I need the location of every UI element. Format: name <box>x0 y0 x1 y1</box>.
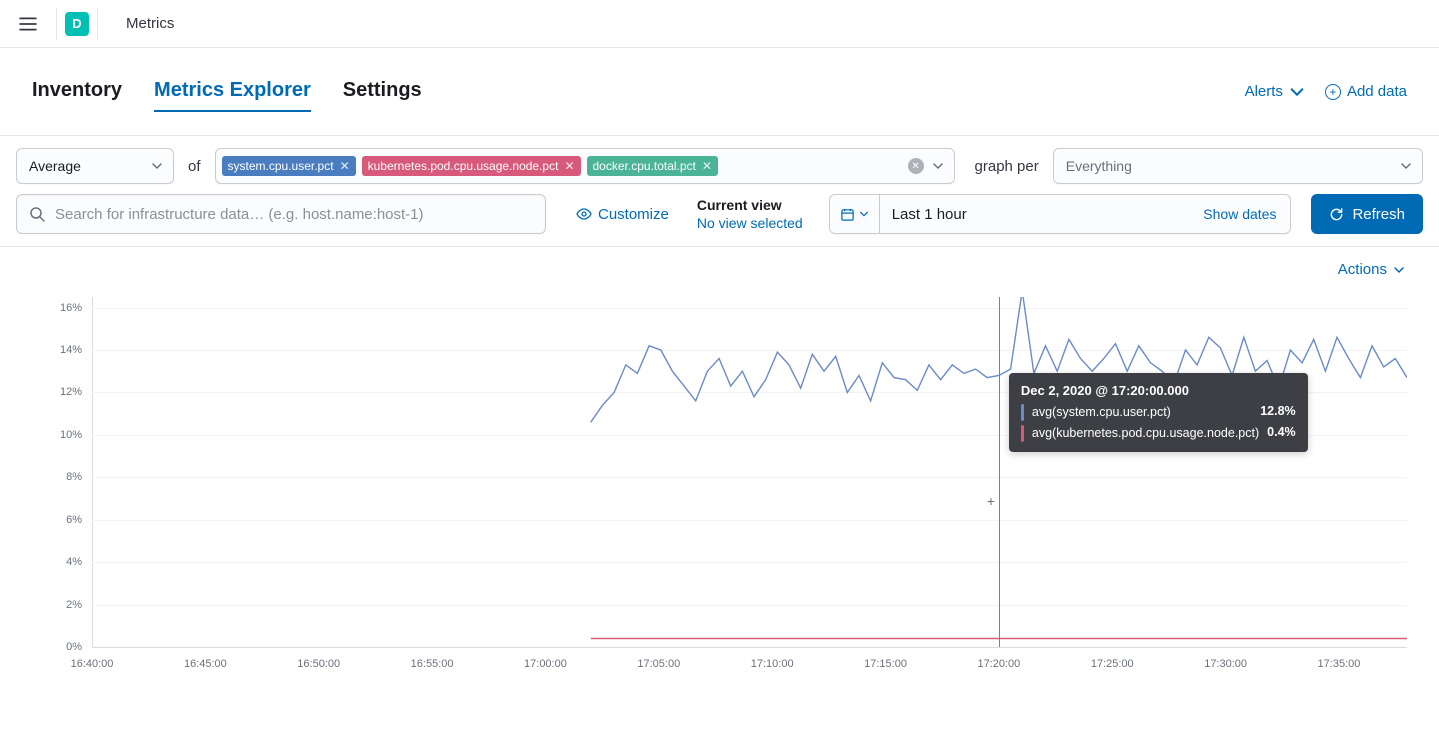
x-tick-label: 17:35:00 <box>1318 658 1361 670</box>
add-data-label: Add data <box>1347 83 1407 100</box>
tab-settings[interactable]: Settings <box>343 71 422 112</box>
refresh-button[interactable]: Refresh <box>1311 194 1423 234</box>
chevron-down-icon <box>1289 84 1305 100</box>
actions-dropdown[interactable]: Actions <box>1338 261 1405 278</box>
y-tick-label: 14% <box>60 344 82 356</box>
x-tick-label: 17:30:00 <box>1204 658 1247 670</box>
show-dates-button[interactable]: Show dates <box>1189 206 1290 222</box>
chart-lines <box>92 297 1407 647</box>
breadcrumb[interactable]: Metrics <box>126 15 174 32</box>
hamburger-icon <box>19 15 37 33</box>
remove-pill-button[interactable]: ✕ <box>702 159 712 173</box>
metric-pill-docker-cpu: docker.cpu.total.pct ✕ <box>587 156 718 176</box>
x-tick-label: 17:05:00 <box>637 658 680 670</box>
tooltip-series-label: avg(system.cpu.user.pct) <box>1032 404 1252 421</box>
calendar-icon <box>840 207 855 222</box>
alerts-label: Alerts <box>1245 83 1283 100</box>
chevron-down-icon <box>1393 264 1405 276</box>
eye-icon <box>576 206 592 222</box>
graph-per-label: graph per <box>971 158 1043 175</box>
tooltip-series-value: 0.4% <box>1267 425 1296 439</box>
add-data-button[interactable]: + Add data <box>1325 83 1407 100</box>
tab-metrics-explorer[interactable]: Metrics Explorer <box>154 71 311 112</box>
tooltip-series-color <box>1021 425 1024 442</box>
date-range-button[interactable]: Last 1 hour <box>880 206 1190 223</box>
aggregation-value: Average <box>29 158 81 174</box>
metric-pill-system-cpu: system.cpu.user.pct ✕ <box>222 156 356 176</box>
actions-label: Actions <box>1338 261 1387 278</box>
line-chart[interactable]: 0% 2% 4% 6% 8% 10% 12% 14% 16% 16:40:00 16:45:00 1… <box>32 297 1407 677</box>
tooltip-timestamp: Dec 2, 2020 @ 17:20:00.000 <box>1021 383 1296 398</box>
chart-tooltip: Dec 2, 2020 @ 17:20:00.000 avg(system.cpu… <box>1009 373 1308 452</box>
hover-line <box>999 297 1000 647</box>
app-header: D Metrics <box>0 0 1439 48</box>
x-tick-label: 16:45:00 <box>184 658 227 670</box>
y-tick-label: 0% <box>66 641 82 653</box>
chevron-down-icon <box>1400 160 1412 172</box>
remove-pill-button[interactable]: ✕ <box>340 159 350 173</box>
aggregation-select[interactable]: Average <box>16 148 174 184</box>
tooltip-series-label: avg(kubernetes.pod.cpu.usage.node.pct) <box>1032 425 1259 442</box>
x-tick-label: 17:10:00 <box>751 658 794 670</box>
tooltip-series-value: 12.8% <box>1260 404 1295 418</box>
date-picker: Last 1 hour Show dates <box>829 194 1292 234</box>
pill-label: docker.cpu.total.pct <box>593 159 696 173</box>
x-tick-label: 17:20:00 <box>977 658 1020 670</box>
search-box <box>16 194 546 234</box>
alerts-dropdown[interactable]: Alerts <box>1245 83 1305 100</box>
customize-button[interactable]: Customize <box>576 206 669 223</box>
tooltip-row: avg(system.cpu.user.pct) 12.8% <box>1021 404 1296 421</box>
y-tick-label: 8% <box>66 471 82 483</box>
tab-inventory[interactable]: Inventory <box>32 71 122 112</box>
search-input[interactable] <box>55 206 533 223</box>
filter-bar: Average of system.cpu.user.pct ✕ kuberne… <box>0 136 1439 247</box>
crosshair-icon: + <box>987 493 999 505</box>
current-view-link[interactable]: No view selected <box>697 214 803 232</box>
x-tick-label: 16:55:00 <box>411 658 454 670</box>
space-badge[interactable]: D <box>65 12 89 36</box>
tooltip-row: avg(kubernetes.pod.cpu.usage.node.pct) 0.… <box>1021 425 1296 442</box>
x-tick-label: 17:25:00 <box>1091 658 1134 670</box>
tab-bar: Inventory Metrics Explorer Settings Aler… <box>0 48 1439 136</box>
divider <box>97 8 98 40</box>
clear-all-button[interactable]: ✕ <box>908 158 924 174</box>
metric-pill-kubernetes-cpu: kubernetes.pod.cpu.usage.node.pct ✕ <box>362 156 581 176</box>
metrics-combobox[interactable]: system.cpu.user.pct ✕ kubernetes.pod.cpu… <box>215 148 955 184</box>
x-tick-label: 17:00:00 <box>524 658 567 670</box>
y-tick-label: 16% <box>60 302 82 314</box>
refresh-label: Refresh <box>1352 206 1405 223</box>
remove-pill-button[interactable]: ✕ <box>564 159 574 173</box>
graph-per-value: Everything <box>1066 158 1132 174</box>
plus-circle-icon: + <box>1325 84 1341 100</box>
y-tick-label: 6% <box>66 514 82 526</box>
divider <box>56 8 57 40</box>
of-label: of <box>184 158 205 175</box>
tooltip-series-color <box>1021 404 1024 421</box>
y-tick-label: 2% <box>66 599 82 611</box>
current-view-block: Current view No view selected <box>697 196 803 232</box>
x-tick-label: 16:50:00 <box>297 658 340 670</box>
graph-per-select[interactable]: Everything <box>1053 148 1423 184</box>
search-icon <box>29 206 45 222</box>
refresh-icon <box>1329 207 1344 222</box>
y-axis: 0%2%4%6%8%10%12%14%16% <box>32 297 92 647</box>
pill-label: system.cpu.user.pct <box>228 159 334 173</box>
x-axis: 16:40:0016:45:0016:50:0016:55:0017:00:00… <box>92 647 1407 677</box>
date-quick-select-button[interactable] <box>830 195 880 233</box>
menu-toggle-button[interactable] <box>8 4 48 44</box>
customize-label: Customize <box>598 206 669 223</box>
y-tick-label: 10% <box>60 429 82 441</box>
x-tick-label: 16:40:00 <box>71 658 114 670</box>
y-tick-label: 12% <box>60 386 82 398</box>
pill-label: kubernetes.pod.cpu.usage.node.pct <box>368 159 559 173</box>
chevron-down-icon <box>151 160 163 172</box>
chevron-down-icon <box>859 209 869 219</box>
x-tick-label: 17:15:00 <box>864 658 907 670</box>
chart-area: Actions 0% 2% 4% 6% 8% 10% 12% 14% 16% 16:40:00 1… <box>0 247 1439 677</box>
current-view-title: Current view <box>697 196 803 214</box>
y-tick-label: 4% <box>66 556 82 568</box>
chevron-down-icon <box>932 160 944 172</box>
